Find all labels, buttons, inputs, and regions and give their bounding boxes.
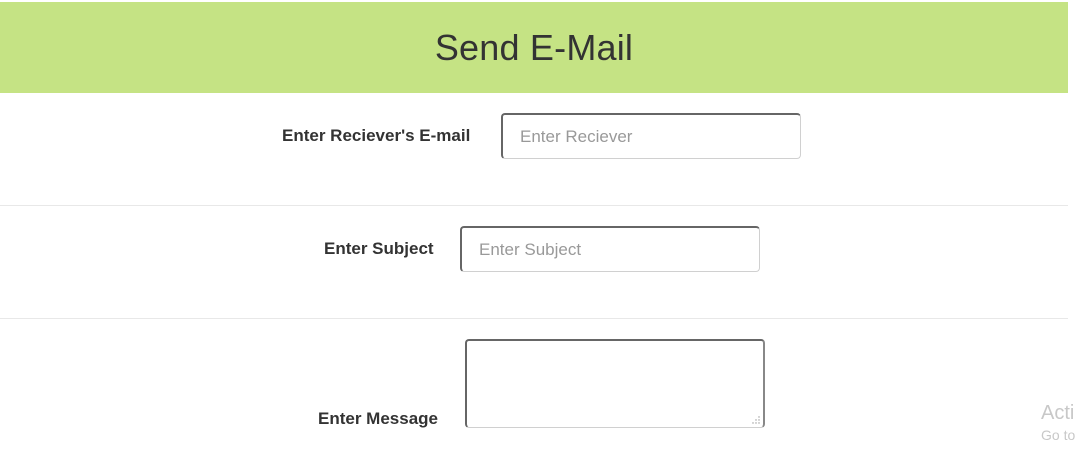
subject-input[interactable]: [460, 226, 760, 272]
activation-watermark-subtitle: Go to: [1041, 427, 1075, 443]
resize-handle-icon[interactable]: [752, 416, 760, 424]
page-title: Send E-Mail: [434, 26, 634, 68]
activation-watermark-title: Acti: [1041, 402, 1075, 424]
receiver-email-input[interactable]: [501, 113, 801, 159]
receiver-email-label: Enter Reciever's E-mail: [282, 126, 471, 145]
message-label: Enter Message: [318, 409, 438, 428]
row-divider: [0, 205, 1068, 206]
row-divider: [0, 318, 1068, 319]
page-header: Send E-Mail: [0, 2, 1068, 93]
subject-label: Enter Subject: [324, 239, 434, 258]
message-textarea[interactable]: [465, 339, 765, 428]
